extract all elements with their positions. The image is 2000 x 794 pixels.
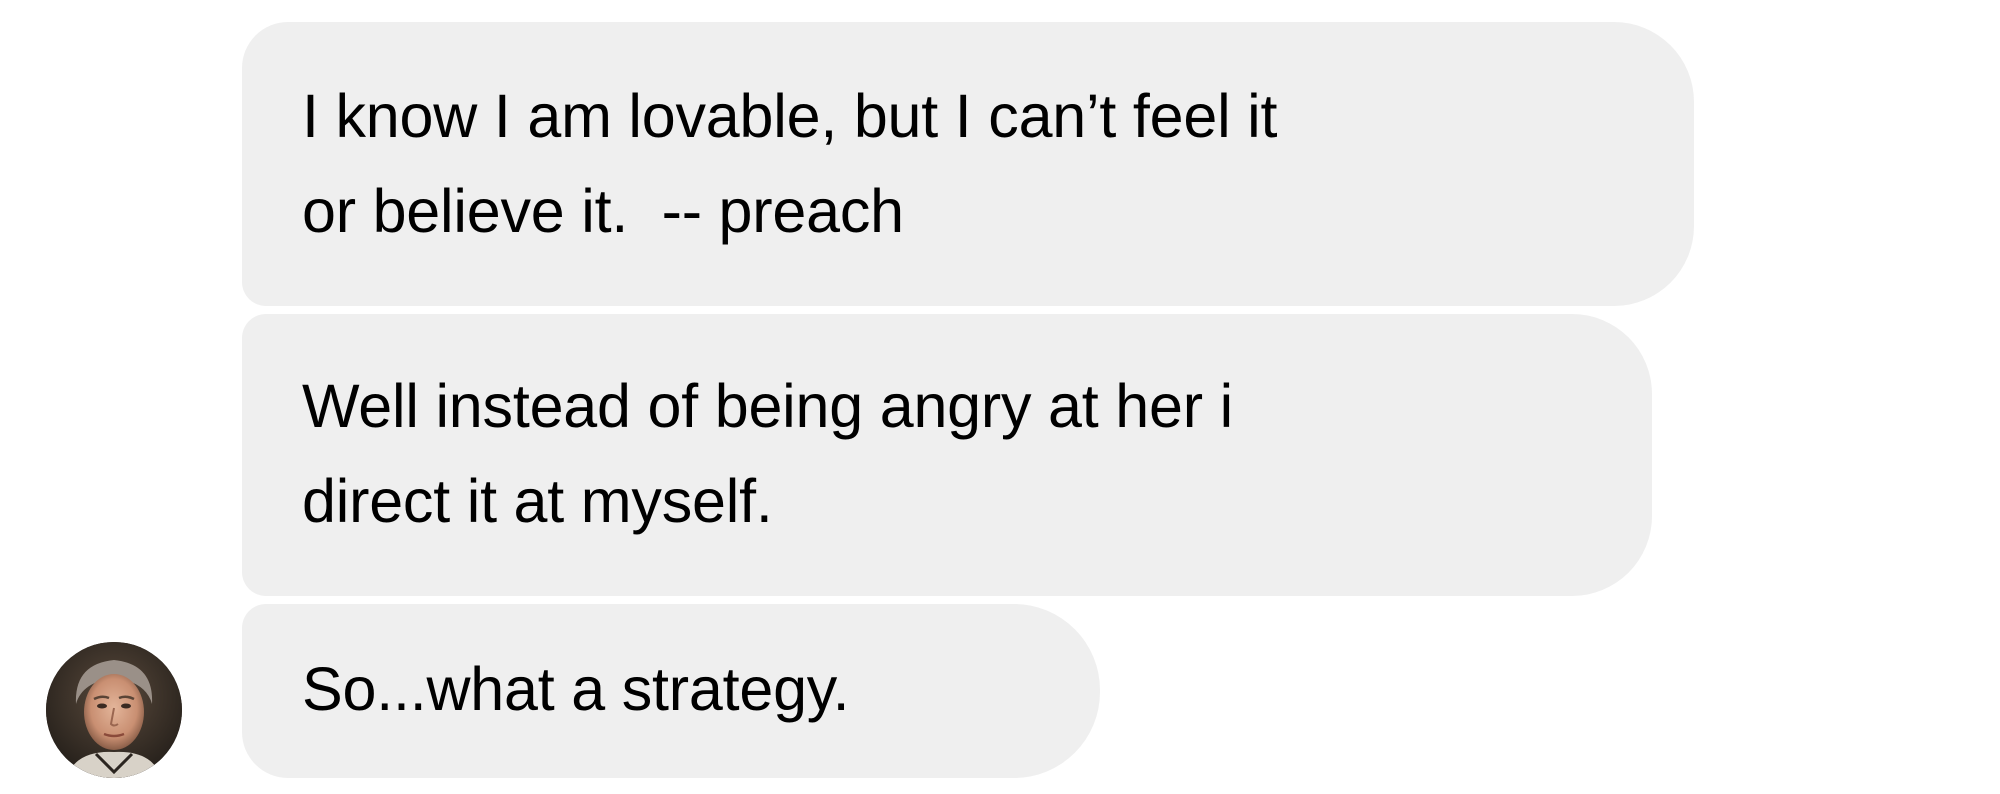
message-bubble[interactable]: Well instead of being angry at her i dir… — [242, 314, 1652, 596]
message-bubble[interactable]: So...what a strategy. — [242, 604, 1100, 778]
message-thread: I know I am lovable, but I can’t feel it… — [0, 0, 2000, 794]
sender-avatar[interactable] — [46, 642, 182, 778]
person-portrait-icon — [46, 642, 182, 778]
message-bubble[interactable]: I know I am lovable, but I can’t feel it… — [242, 22, 1694, 306]
